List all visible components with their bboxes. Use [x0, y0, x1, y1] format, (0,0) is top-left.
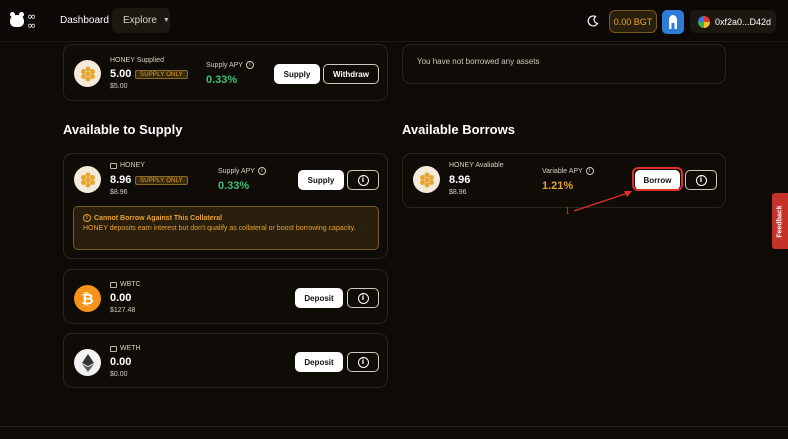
wallet-address: 0xf2a0...D42d — [715, 16, 772, 27]
weth-label-text: WETH — [120, 345, 141, 352]
honey-borrow-usd: $8.96 — [449, 189, 467, 196]
wallet-avatar-icon — [698, 15, 710, 28]
nav-explore-label: Explore — [123, 15, 157, 26]
honey-supply-label-text: HONEY — [120, 162, 145, 169]
honey-borrow-label: HONEY Avaliable — [449, 162, 504, 169]
honey-supply-details-button[interactable]: i — [347, 170, 379, 190]
wbtc-deposit-button[interactable]: Deposit — [295, 288, 343, 308]
wbtc-label-text: WBTC — [120, 281, 141, 288]
honey-supply-apy-value: 0.33% — [218, 180, 250, 192]
footer-divider — [0, 426, 788, 427]
annotation-number: 1 — [565, 206, 570, 217]
weth-details-button[interactable]: i — [347, 352, 379, 372]
weth-supply-card: WETH 0.00 $0.00 Deposit i — [63, 333, 388, 388]
supplied-apy-value: 0.33% — [206, 74, 238, 86]
variable-apy-label-text: Variable APY — [542, 167, 583, 175]
warning-body: HONEY deposits earn interest but don't q… — [83, 225, 356, 232]
available-to-supply-title: Available to Supply — [63, 122, 183, 137]
variable-apy-label: Variable APY i — [542, 167, 594, 175]
withdraw-button[interactable]: Withdraw — [323, 64, 379, 84]
supplied-usd: $5.00 — [110, 83, 128, 90]
info-icon[interactable]: i — [257, 167, 266, 175]
honey-supply-label: HONEY — [110, 162, 145, 169]
rocket-icon[interactable] — [662, 10, 684, 34]
feedback-tab[interactable]: Feedback — [772, 193, 788, 249]
supplied-label: HONEY Supplied — [110, 57, 164, 64]
honey-supply-apy-label-text: Supply APY — [218, 167, 255, 175]
chevron-down-icon: ▼ — [162, 17, 170, 24]
info-icon: i — [83, 214, 91, 222]
borrowed-card: You have not borrowed any assets — [402, 44, 726, 84]
supplied-apy-label-text: Supply APY — [206, 61, 243, 69]
wbtc-details-button[interactable]: i — [347, 288, 379, 308]
available-borrows-title: Available Borrows — [402, 122, 515, 137]
honey-supply-button[interactable]: Supply — [298, 170, 344, 190]
info-icon[interactable]: i — [245, 61, 254, 69]
ethereum-token-icon — [74, 349, 101, 376]
wbtc-label: WBTC — [110, 281, 141, 288]
wallet-small-icon — [110, 345, 117, 352]
honey-supply-apy-label: Supply APY i — [218, 167, 266, 175]
honey-supply-usd: $8.96 — [110, 189, 128, 196]
warning-title: i Cannot Borrow Against This Collateral — [83, 214, 222, 222]
bgt-balance-button[interactable]: 0.00 BGT — [609, 10, 657, 33]
wbtc-usd: $127.48 — [110, 307, 136, 314]
wallet-small-icon — [110, 281, 117, 288]
weth-amount: 0.00 — [110, 356, 132, 368]
annotation-arrow-icon — [573, 191, 632, 212]
variable-apy-value: 1.21% — [542, 180, 574, 192]
info-icon[interactable]: i — [585, 167, 594, 175]
wbtc-amount: 0.00 — [110, 292, 132, 304]
nav-dashboard[interactable]: Dashboard — [60, 15, 109, 26]
warning-title-text: Cannot Borrow Against This Collateral — [94, 214, 223, 222]
supplied-apy-label: Supply APY i — [206, 61, 254, 69]
info-icon: i — [357, 292, 369, 304]
supplied-amount: 5.00 — [110, 68, 132, 80]
logo-mark-icon: ∞ ∞ — [27, 10, 36, 32]
honey-borrow-amount: 8.96 — [449, 174, 471, 186]
weth-deposit-button[interactable]: Deposit — [295, 352, 343, 372]
wallet-button[interactable]: 0xf2a0...D42d — [690, 10, 776, 33]
info-icon: i — [357, 356, 369, 368]
honey-token-icon — [74, 60, 101, 87]
honey-token-icon — [413, 166, 440, 193]
honey-supply-amount: 8.96 — [110, 174, 132, 186]
app-logo[interactable]: ∞ ∞ — [10, 10, 42, 32]
rocket-glyph-icon — [669, 15, 677, 29]
feedback-label: Feedback — [776, 204, 784, 238]
weth-usd: $0.00 — [110, 371, 128, 378]
collateral-warning: i Cannot Borrow Against This Collateral … — [73, 206, 379, 250]
supply-button[interactable]: Supply — [274, 64, 320, 84]
wbtc-supply-card: ₿ WBTC 0.00 $127.48 Deposit i — [63, 269, 388, 324]
info-icon: i — [357, 174, 369, 186]
no-borrows-text: You have not borrowed any assets — [417, 57, 540, 66]
honey-token-icon — [74, 166, 101, 193]
nav-explore-dropdown[interactable]: Explore ▼ — [112, 8, 170, 33]
top-navbar: ∞ ∞ Dashboard Explore ▼ 0.00 BGT 0xf2a0..… — [0, 0, 788, 42]
supplied-card: HONEY Supplied 5.00 SUPPLY ONLY $5.00 Su… — [63, 44, 388, 101]
honey-borrow-details-button[interactable]: i — [685, 170, 717, 190]
bear-logo-icon — [10, 12, 24, 27]
supply-only-badge: SUPPLY ONLY — [135, 176, 188, 185]
info-icon: i — [695, 174, 707, 186]
moon-icon[interactable] — [586, 14, 600, 28]
supply-only-badge: SUPPLY ONLY — [135, 70, 188, 79]
wallet-small-icon — [110, 162, 117, 169]
bitcoin-token-icon: ₿ — [74, 285, 101, 312]
weth-label: WETH — [110, 345, 141, 352]
